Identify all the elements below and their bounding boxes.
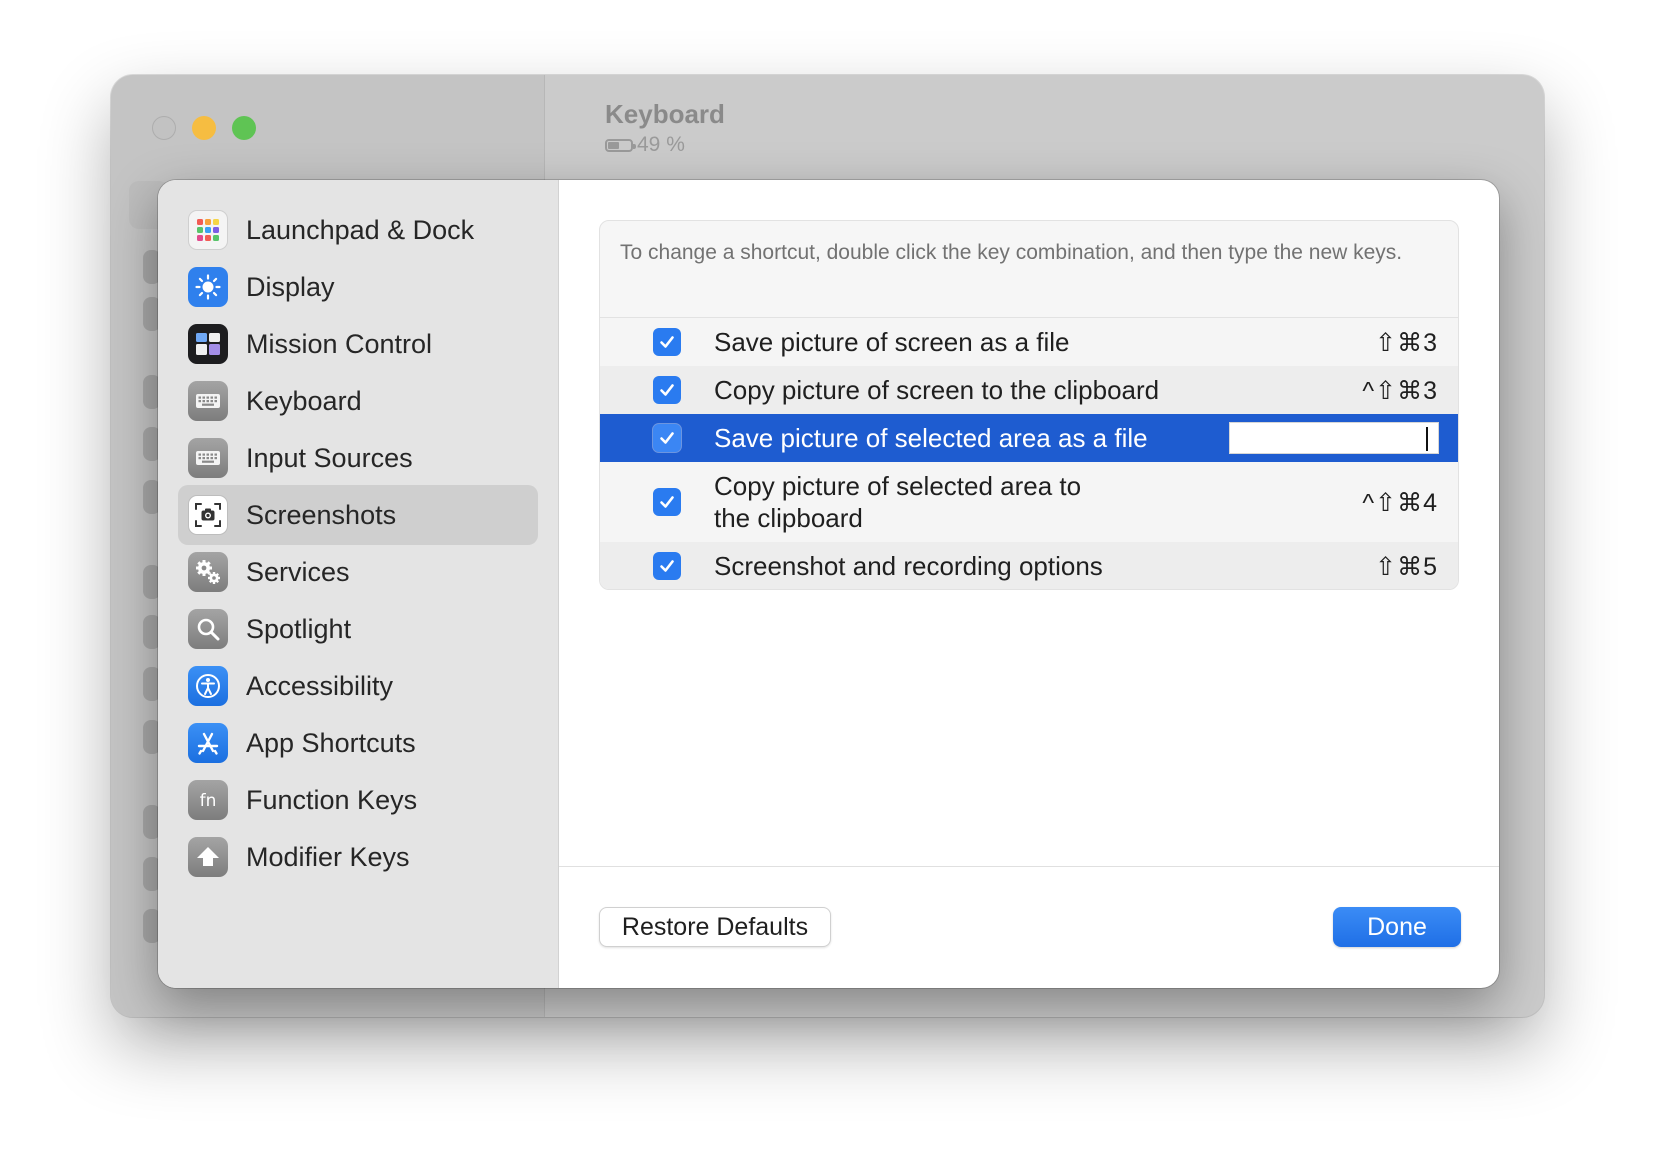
- sidebar-item-label: Mission Control: [246, 328, 433, 359]
- battery-percent: 49 %: [637, 133, 685, 156]
- keyboard-icon: [188, 381, 228, 421]
- checkbox[interactable]: [653, 424, 681, 452]
- keyboard-shortcuts-sheet: Launchpad & Dock Display Mission Control…: [158, 180, 1499, 988]
- shortcut-key-input[interactable]: [1229, 422, 1439, 454]
- mission-control-icon: [188, 324, 228, 364]
- text-cursor: [1426, 427, 1428, 451]
- shortcut-row[interactable]: Copy picture of screen to the clipboard …: [600, 366, 1458, 414]
- shortcut-keys[interactable]: ^⇧⌘3: [1362, 376, 1438, 406]
- shortcut-row-selected[interactable]: Save picture of selected area as a file: [600, 414, 1458, 462]
- done-button[interactable]: Done: [1333, 907, 1461, 947]
- sidebar-item-screenshots[interactable]: Screenshots: [178, 485, 538, 545]
- sidebar-item-label: Input Sources: [246, 442, 413, 473]
- battery-icon: [605, 138, 636, 152]
- sidebar-item-label: Accessibility: [246, 670, 394, 701]
- shortcut-label: Copy picture of selected area to the cli…: [714, 471, 1082, 533]
- shortcut-label: Copy picture of screen to the clipboard: [714, 375, 1160, 405]
- shortcuts-sidebar: Launchpad & Dock Display Mission Control…: [158, 180, 559, 988]
- sidebar-item-label: Launchpad & Dock: [246, 214, 475, 245]
- checkbox[interactable]: [653, 488, 681, 516]
- shortcut-keys[interactable]: ⇧⌘5: [1375, 552, 1438, 582]
- close-button[interactable]: [152, 116, 176, 140]
- restore-defaults-button[interactable]: Restore Defaults: [599, 907, 831, 947]
- sidebar-item-label: App Shortcuts: [246, 727, 416, 758]
- sidebar-item-spotlight[interactable]: Spotlight: [178, 599, 538, 659]
- modifier-up-arrow-icon: [188, 837, 228, 877]
- sidebar-item-label: Keyboard: [246, 385, 362, 416]
- sidebar-item-label: Modifier Keys: [246, 841, 410, 872]
- window-title: Keyboard: [605, 99, 725, 129]
- sidebar-item-app-shortcuts[interactable]: App Shortcuts: [178, 713, 538, 773]
- shortcuts-panel: To change a shortcut, double click the k…: [599, 220, 1459, 590]
- sidebar-item-display[interactable]: Display: [178, 257, 538, 317]
- sidebar-item-services[interactable]: Services: [178, 542, 538, 602]
- sidebar-item-label: Function Keys: [246, 784, 418, 815]
- shortcuts-content: To change a shortcut, double click the k…: [559, 180, 1499, 988]
- minimize-button[interactable]: [192, 116, 216, 140]
- sidebar-item-function-keys[interactable]: fn Function Keys: [178, 770, 538, 830]
- sidebar-item-label: Display: [246, 271, 335, 302]
- sidebar-item-launchpad-dock[interactable]: Launchpad & Dock: [178, 200, 538, 260]
- spotlight-magnifier-icon: [188, 609, 228, 649]
- shortcut-keys[interactable]: ⇧⌘3: [1375, 328, 1438, 358]
- accessibility-icon: [188, 666, 228, 706]
- sidebar-item-input-sources[interactable]: Input Sources: [178, 428, 538, 488]
- instructions-text: To change a shortcut, double click the k…: [620, 241, 1403, 264]
- sidebar-item-modifier-keys[interactable]: Modifier Keys: [178, 827, 538, 887]
- shortcut-keys[interactable]: ^⇧⌘4: [1362, 488, 1438, 518]
- shortcut-row[interactable]: Screenshot and recording options ⇧⌘5: [600, 542, 1458, 589]
- app-store-icon: [188, 723, 228, 763]
- input-sources-icon: [188, 438, 228, 478]
- sidebar-item-keyboard[interactable]: Keyboard: [178, 371, 538, 431]
- checkbox[interactable]: [653, 328, 681, 356]
- sidebar-item-accessibility[interactable]: Accessibility: [178, 656, 538, 716]
- checkbox[interactable]: [653, 376, 681, 404]
- screenshot-camera-icon: [188, 495, 228, 535]
- shortcut-label: Screenshot and recording options: [714, 551, 1103, 581]
- checkbox[interactable]: [653, 552, 681, 580]
- svg-text:fn: fn: [200, 791, 217, 811]
- shortcut-label: Save picture of screen as a file: [714, 327, 1070, 357]
- shortcut-label: Save picture of selected area as a file: [714, 423, 1148, 453]
- sidebar-item-label: Services: [246, 556, 350, 587]
- launchpad-icon: [188, 210, 228, 250]
- fn-key-icon: fn: [188, 780, 228, 820]
- display-brightness-icon: [188, 267, 228, 307]
- battery-status: 49 %: [605, 133, 685, 157]
- sidebar-item-label: Screenshots: [246, 499, 397, 530]
- shortcut-row[interactable]: Save picture of screen as a file ⇧⌘3: [600, 318, 1458, 366]
- footer-divider: [559, 866, 1499, 867]
- sidebar-item-mission-control[interactable]: Mission Control: [178, 314, 538, 374]
- shortcut-row[interactable]: Copy picture of selected area to the cli…: [600, 462, 1458, 542]
- services-gears-icon: [188, 552, 228, 592]
- sidebar-item-label: Spotlight: [246, 613, 352, 644]
- zoom-button[interactable]: [232, 116, 256, 140]
